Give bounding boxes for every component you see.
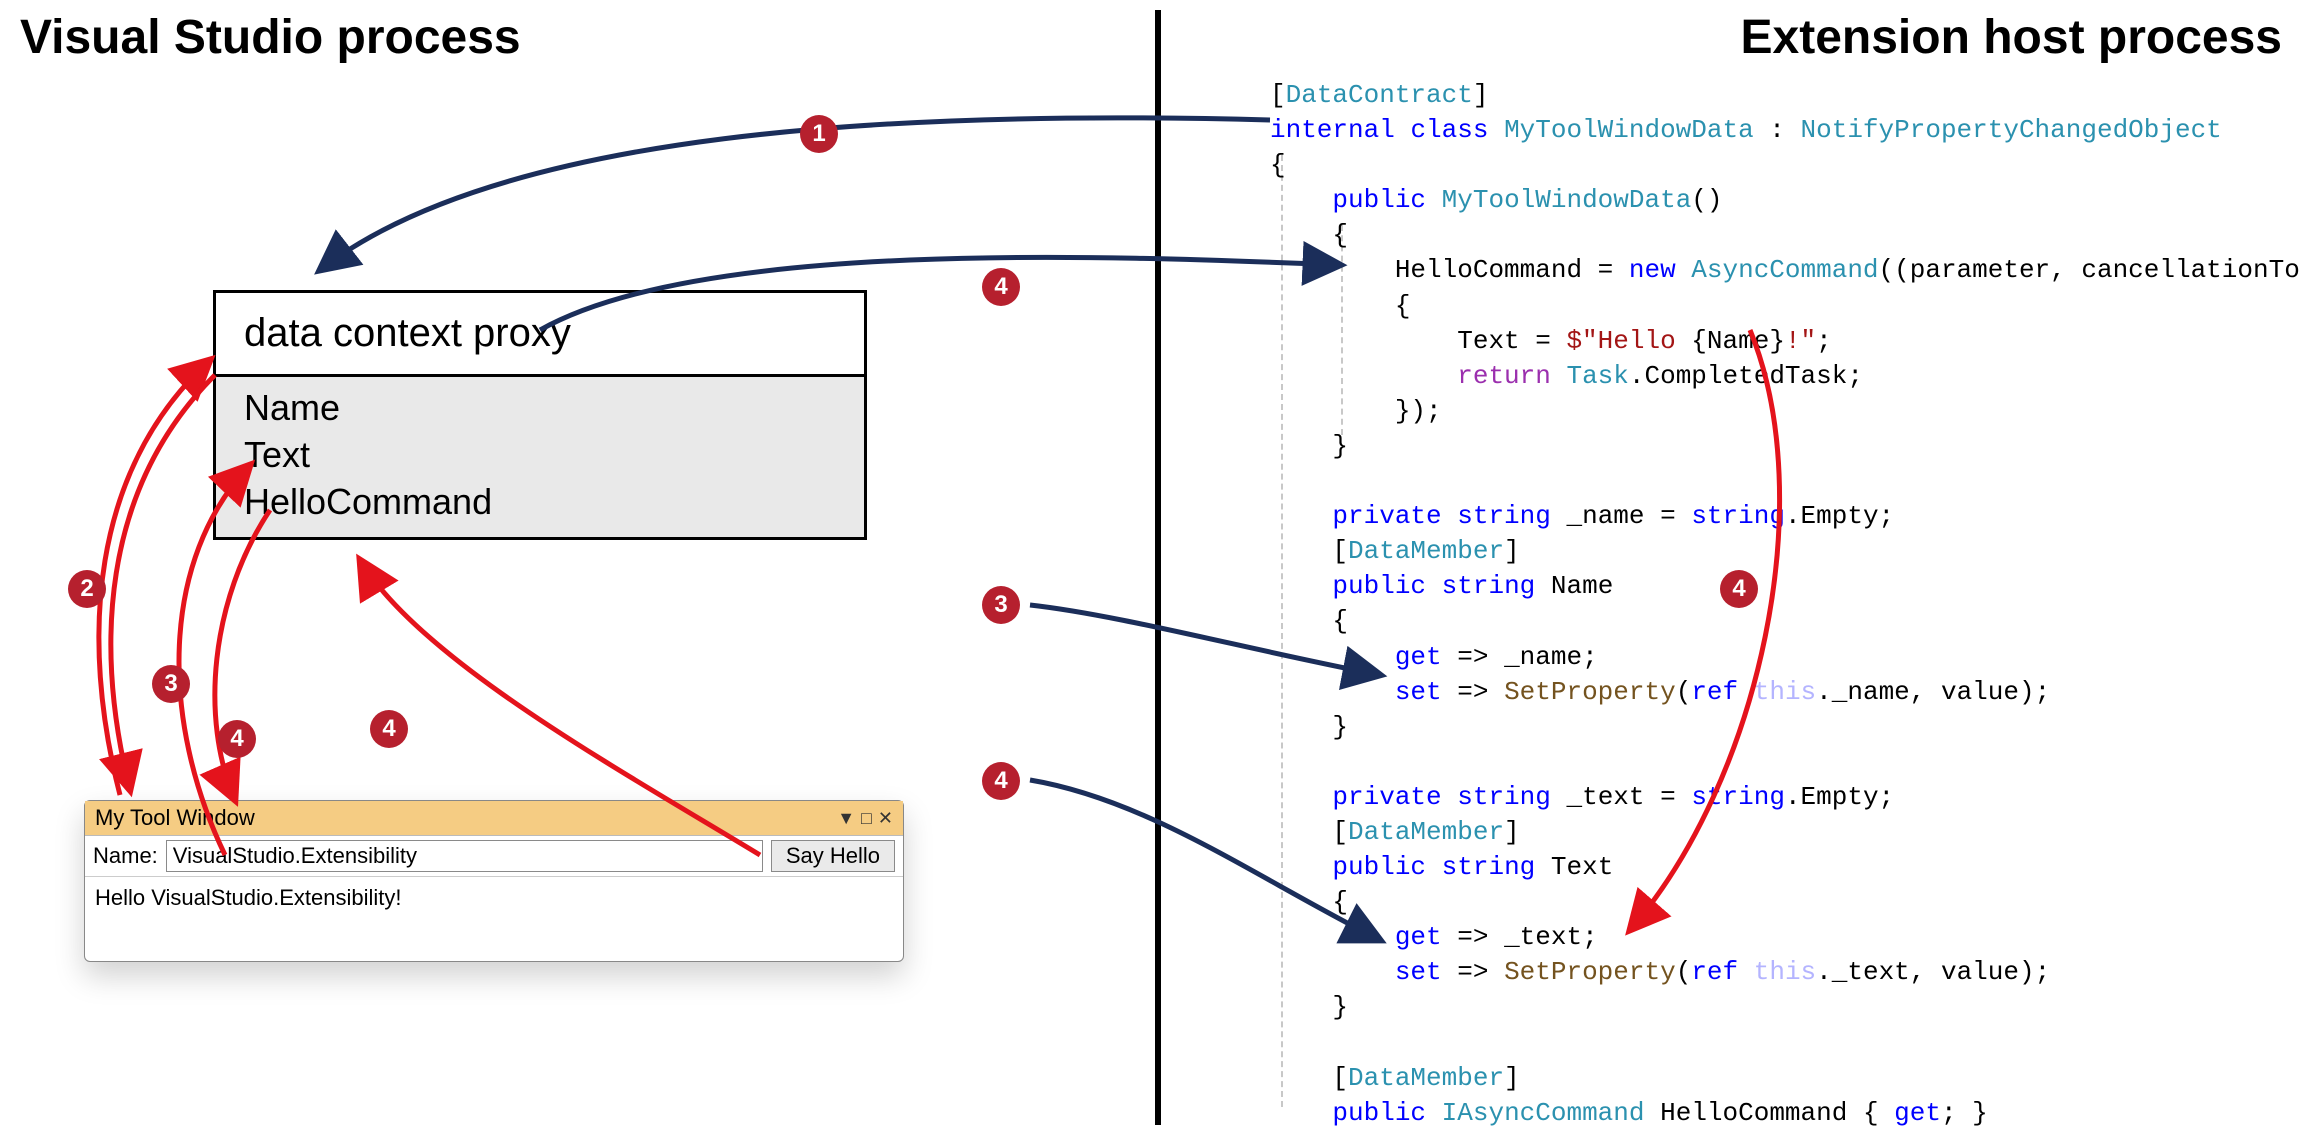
badge-2: 2	[68, 570, 106, 608]
heading-left: Visual Studio process	[20, 10, 521, 65]
proxy-title: data context proxy	[216, 293, 864, 377]
name-label: Name:	[93, 843, 158, 869]
data-context-proxy-box: data context proxy Name Text HelloComman…	[213, 290, 867, 540]
tool-window-dropdown-icon[interactable]: ▼	[837, 808, 855, 829]
badge-4-top-right: 4	[982, 268, 1020, 306]
tool-window-title: My Tool Window	[95, 805, 831, 831]
say-hello-button[interactable]: Say Hello	[771, 840, 895, 872]
name-input[interactable]	[166, 840, 763, 872]
tool-window-close-icon[interactable]: ✕	[878, 808, 893, 829]
proxy-rows: Name Text HelloCommand	[216, 377, 864, 537]
badge-3-left: 3	[152, 665, 190, 703]
badge-3-right: 3	[982, 586, 1020, 624]
tool-window-titlebar: My Tool Window ▼ □ ✕	[85, 801, 903, 836]
proxy-row-hellocommand: HelloCommand	[244, 479, 836, 526]
badge-4-left-a: 4	[218, 720, 256, 758]
heading-right: Extension host process	[1741, 10, 2282, 65]
badge-4-left-b: 4	[370, 710, 408, 748]
tool-window-input-row: Name: Say Hello	[85, 836, 903, 877]
proxy-row-name: Name	[244, 385, 836, 432]
process-divider	[1155, 10, 1161, 1125]
tool-window-output: Hello VisualStudio.Extensibility!	[85, 877, 903, 961]
code-block: [DataContract] internal class MyToolWind…	[1270, 78, 2302, 1126]
tool-window: My Tool Window ▼ □ ✕ Name: Say Hello Hel…	[84, 800, 904, 962]
badge-4-right: 4	[982, 762, 1020, 800]
badge-1: 1	[800, 115, 838, 153]
tool-window-maximize-icon[interactable]: □	[861, 808, 872, 829]
proxy-row-text: Text	[244, 432, 836, 479]
